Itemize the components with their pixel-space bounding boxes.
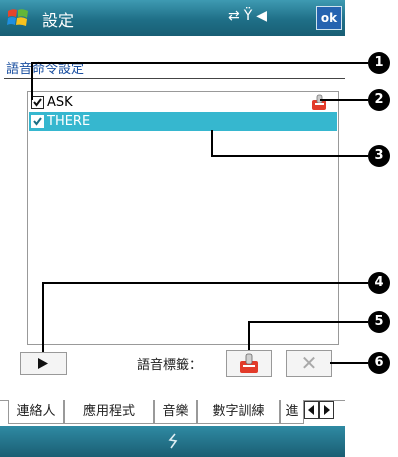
play-button[interactable]	[20, 352, 67, 375]
callout-line	[42, 282, 44, 352]
ok-button[interactable]: ok	[316, 6, 342, 30]
voice-tag-label: 語音標籤：	[137, 358, 203, 373]
callout-badge-5: 5	[368, 311, 390, 333]
callout-line	[211, 155, 368, 157]
chevron-left-icon	[308, 405, 314, 415]
callout-line	[248, 321, 250, 350]
tab-contacts[interactable]: 連絡人	[8, 400, 64, 424]
list-item-ask[interactable]: ASK	[29, 93, 337, 112]
callout-line	[320, 99, 368, 101]
title-bar: 設定 ⇄Ÿ◀ ok	[0, 0, 345, 36]
delete-voice-tag-button[interactable]: ✕	[286, 350, 332, 377]
device-screen: 設定 ⇄Ÿ◀ ok 語音命令設定 ASK THERE 語音標籤： ✕ 連絡人 應…	[0, 0, 345, 457]
tab-applications[interactable]: 應用程式	[64, 400, 154, 424]
chevron-right-icon	[324, 405, 330, 415]
callout-badge-1: 1	[368, 52, 390, 74]
tab-scroll-right-button[interactable]	[319, 401, 334, 419]
tab-digit-training[interactable]: 數字訓練	[197, 400, 280, 424]
callout-badge-4: 4	[368, 272, 390, 294]
callout-badge-3: 3	[368, 145, 390, 167]
signal-icon[interactable]: Ÿ	[244, 8, 257, 24]
record-voice-tag-icon	[240, 353, 258, 373]
callout-line	[330, 362, 368, 364]
tab-scroll-left-button[interactable]	[304, 401, 319, 419]
play-icon	[38, 358, 48, 369]
voice-command-list[interactable]: ASK THERE	[27, 91, 339, 345]
connectivity-icon[interactable]: ⇄	[228, 8, 244, 24]
callout-badge-6: 6	[368, 352, 390, 374]
callout-line	[31, 62, 368, 64]
input-panel-icon[interactable]	[166, 432, 180, 450]
list-item-label: THERE	[47, 114, 91, 129]
list-item-there[interactable]: THERE	[29, 112, 337, 131]
callout-line	[42, 282, 368, 284]
page-title: 語音命令設定	[6, 62, 85, 77]
list-item-label: ASK	[47, 95, 73, 110]
checkbox-there[interactable]	[31, 115, 44, 128]
divider	[4, 78, 345, 79]
callout-line	[31, 62, 33, 100]
tab-music[interactable]: 音樂	[154, 400, 197, 424]
callout-badge-2: 2	[368, 89, 390, 111]
voice-tag-icon	[312, 94, 326, 110]
record-voice-tag-button[interactable]	[226, 350, 272, 377]
volume-icon[interactable]: ◀	[256, 8, 271, 24]
window-title: 設定	[42, 11, 75, 30]
menu-bar	[0, 426, 345, 457]
callout-line	[211, 130, 213, 157]
status-icons[interactable]: ⇄Ÿ◀	[228, 8, 271, 24]
windows-start-icon[interactable]	[6, 6, 30, 30]
tab-advanced[interactable]: 進	[280, 400, 304, 424]
callout-line	[248, 321, 368, 323]
